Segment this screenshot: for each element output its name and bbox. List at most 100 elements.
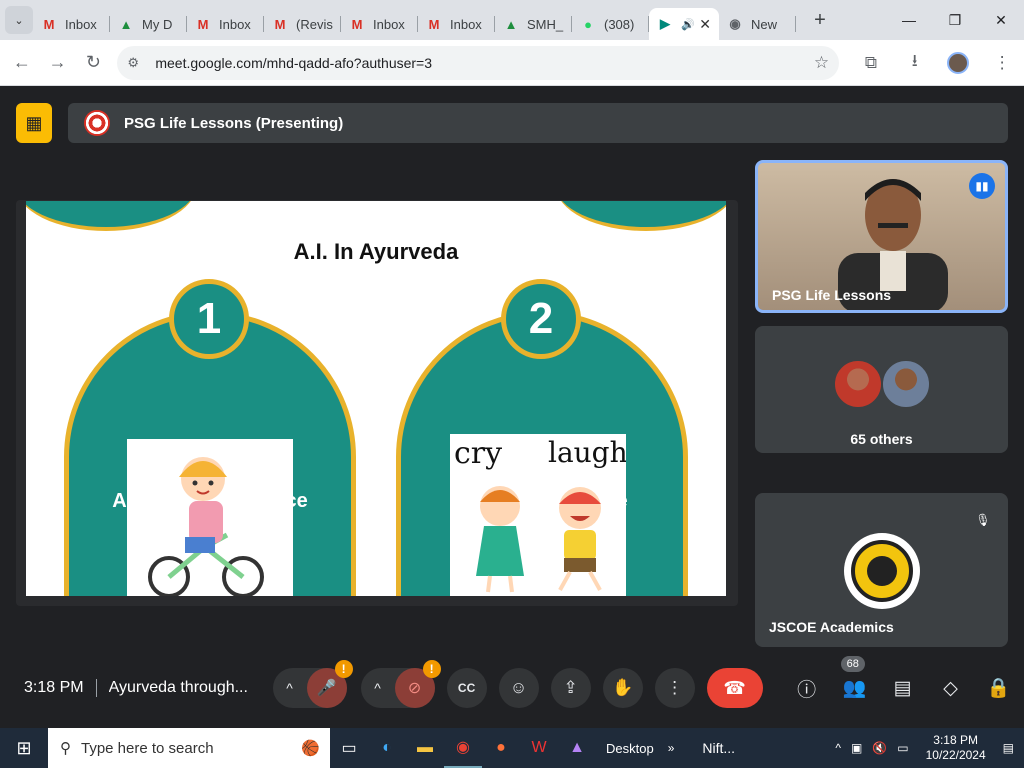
- tray-expand-icon[interactable]: ^: [835, 741, 841, 755]
- camera-off-button[interactable]: ⊘!: [394, 660, 441, 708]
- presenter-label: PSG Life Lessons (Presenting): [124, 114, 344, 132]
- jscoe-logo: [844, 533, 920, 609]
- whatsapp-icon: ●: [584, 16, 592, 32]
- forward-arrow-icon[interactable]: →: [40, 45, 76, 81]
- reload-icon[interactable]: ↻: [76, 45, 112, 81]
- meeting-info-button[interactable]: ⓘ: [789, 668, 825, 708]
- meeting-name: Ayurveda through...: [108, 679, 248, 696]
- nifty-stock-widget[interactable]: Nift...: [702, 740, 735, 756]
- search-icon: ⚲: [60, 740, 71, 757]
- chat-button[interactable]: ▤: [885, 668, 921, 708]
- activities-button[interactable]: ◇: [933, 668, 969, 708]
- new-tab-button[interactable]: +: [806, 6, 834, 34]
- more-options-button[interactable]: ⋮: [654, 668, 695, 708]
- taskbar-search-box[interactable]: ⚲ Type here to search 🏀: [48, 728, 330, 768]
- taskbar-clock[interactable]: 3:18 PM 10/22/2024: [926, 733, 986, 763]
- gmail-icon: M: [43, 16, 55, 32]
- gmail-icon: M: [197, 16, 209, 32]
- tab-search-button[interactable]: ⌄: [5, 6, 33, 34]
- desktop-toolbar-label[interactable]: Desktop: [606, 741, 654, 756]
- chrome-icon: ◉: [729, 16, 741, 31]
- url-text[interactable]: meet.google.com/mhd-qadd-afo?authuser=3: [155, 55, 432, 71]
- tab-drive-smh[interactable]: ▲ SMH_: [495, 8, 572, 40]
- tab-gmail-inbox-2[interactable]: M Inbox: [187, 8, 264, 40]
- camera-tray-icon[interactable]: ▣: [851, 741, 862, 755]
- browser-menu-icon[interactable]: ⋮: [980, 45, 1024, 81]
- browser-toolbar: ← → ↻ ⚙ meet.google.com/mhd-qadd-afo?aut…: [0, 40, 1024, 86]
- minimize-icon[interactable]: —: [886, 0, 932, 40]
- tab-whatsapp[interactable]: ● (308): [572, 8, 649, 40]
- participant-avatar-2: [881, 359, 931, 409]
- clock-divider: [95, 679, 97, 697]
- tab-gmail-inbox-4[interactable]: M Inbox: [418, 8, 495, 40]
- network-icon[interactable]: ▭: [897, 741, 908, 755]
- volume-muted-icon[interactable]: 🔇: [872, 741, 887, 755]
- slide-decoration-right: [556, 201, 726, 231]
- card-1-number: 1: [169, 279, 249, 359]
- windows-start-icon[interactable]: ⊞: [0, 728, 48, 768]
- tab-gmail-inbox-3[interactable]: M Inbox: [341, 8, 418, 40]
- meet-icon: ▶: [660, 16, 670, 31]
- close-icon[interactable]: ✕: [699, 16, 711, 33]
- profile-avatar[interactable]: [937, 45, 981, 81]
- mic-warning-badge: !: [334, 660, 353, 678]
- video-options-chevron-icon[interactable]: ^: [361, 680, 395, 696]
- drive-icon: ▲: [119, 16, 133, 32]
- others-count-label: 65 others: [850, 431, 913, 447]
- edge-icon[interactable]: ◐: [368, 728, 406, 768]
- firefox-icon[interactable]: ●: [482, 728, 520, 768]
- tab-gmail-revised[interactable]: M (Revis: [264, 8, 341, 40]
- tab-new-tab[interactable]: ◉ New: [719, 8, 796, 40]
- tab-gmail-inbox-1[interactable]: M Inbox: [33, 8, 110, 40]
- others-tile[interactable]: 65 others: [755, 326, 1008, 453]
- restore-icon[interactable]: ❐: [932, 0, 978, 40]
- gmail-icon: M: [351, 16, 363, 32]
- speaker-tile[interactable]: ▮▮ PSG Life Lessons: [755, 160, 1008, 313]
- presenter-avatar: [84, 110, 110, 136]
- slide-decoration-left: [26, 201, 196, 231]
- taskbar-search-placeholder: Type here to search: [81, 739, 214, 757]
- camera-warning-badge: !: [422, 660, 441, 678]
- speaker-name: PSG Life Lessons: [772, 287, 892, 303]
- captions-button[interactable]: CC: [446, 668, 487, 708]
- present-screen-button[interactable]: ⇪: [550, 668, 591, 708]
- participant-count-badge: 68: [840, 656, 865, 672]
- address-bar[interactable]: ⚙ meet.google.com/mhd-qadd-afo?authuser=…: [117, 45, 840, 80]
- download-icon[interactable]: ⭳: [893, 45, 937, 81]
- extensions-icon[interactable]: ⧉: [849, 45, 893, 81]
- chrome-taskbar-icon[interactable]: ◉: [444, 728, 482, 768]
- window-close-icon[interactable]: ✕: [978, 0, 1024, 40]
- tab-google-meet[interactable]: ▶ 🔊 ✕: [649, 8, 719, 40]
- notifications-icon[interactable]: ▤: [1003, 741, 1014, 755]
- emoji-reaction-button[interactable]: ☺: [498, 668, 539, 708]
- leave-call-button[interactable]: ☎: [706, 668, 763, 708]
- photos-app-icon[interactable]: ▲: [558, 728, 596, 768]
- academics-tile[interactable]: 🎙 JSCOE Academics: [755, 493, 1008, 647]
- raise-hand-button[interactable]: ✋: [602, 668, 643, 708]
- browser-tab-strip: ⌄ M Inbox ▲ My D M Inbox M (Revis M Inbox M In…: [0, 0, 1024, 40]
- mic-control-group: ^ 🎤!: [272, 660, 353, 708]
- back-arrow-icon[interactable]: ←: [4, 45, 40, 81]
- file-explorer-icon[interactable]: ▬: [406, 728, 444, 768]
- shared-slide: A.I. In Ayurveda Artificial Intelligence…: [26, 201, 726, 596]
- child-on-bicycle-image: [127, 439, 293, 596]
- stop-presenting-icon[interactable]: ▦: [16, 103, 52, 143]
- people-button[interactable]: 👥 68: [837, 656, 873, 708]
- window-controls: — ❐ ✕: [886, 0, 1024, 40]
- speaking-indicator-icon: ▮▮: [969, 173, 995, 199]
- academics-name: JSCOE Academics: [769, 619, 894, 635]
- wps-office-icon[interactable]: W: [520, 728, 558, 768]
- tab-drive-my-drive[interactable]: ▲ My D: [110, 8, 187, 40]
- gmail-icon: M: [274, 16, 286, 32]
- bookmark-star-icon[interactable]: ☆: [814, 53, 829, 73]
- desktop-expand-icon[interactable]: »: [668, 741, 675, 755]
- audio-options-chevron-icon[interactable]: ^: [273, 680, 307, 696]
- search-highlight-icon: 🏀: [301, 740, 320, 757]
- site-info-icon[interactable]: ⚙: [127, 55, 149, 71]
- microphone-off-button[interactable]: 🎤!: [306, 660, 353, 708]
- task-view-icon[interactable]: ▭: [330, 728, 368, 768]
- mic-off-icon: 🎙: [970, 507, 996, 533]
- presenter-bar: PSG Life Lessons (Presenting): [68, 103, 1008, 143]
- gmail-icon: M: [428, 16, 440, 32]
- host-controls-button[interactable]: 🔒: [981, 668, 1017, 708]
